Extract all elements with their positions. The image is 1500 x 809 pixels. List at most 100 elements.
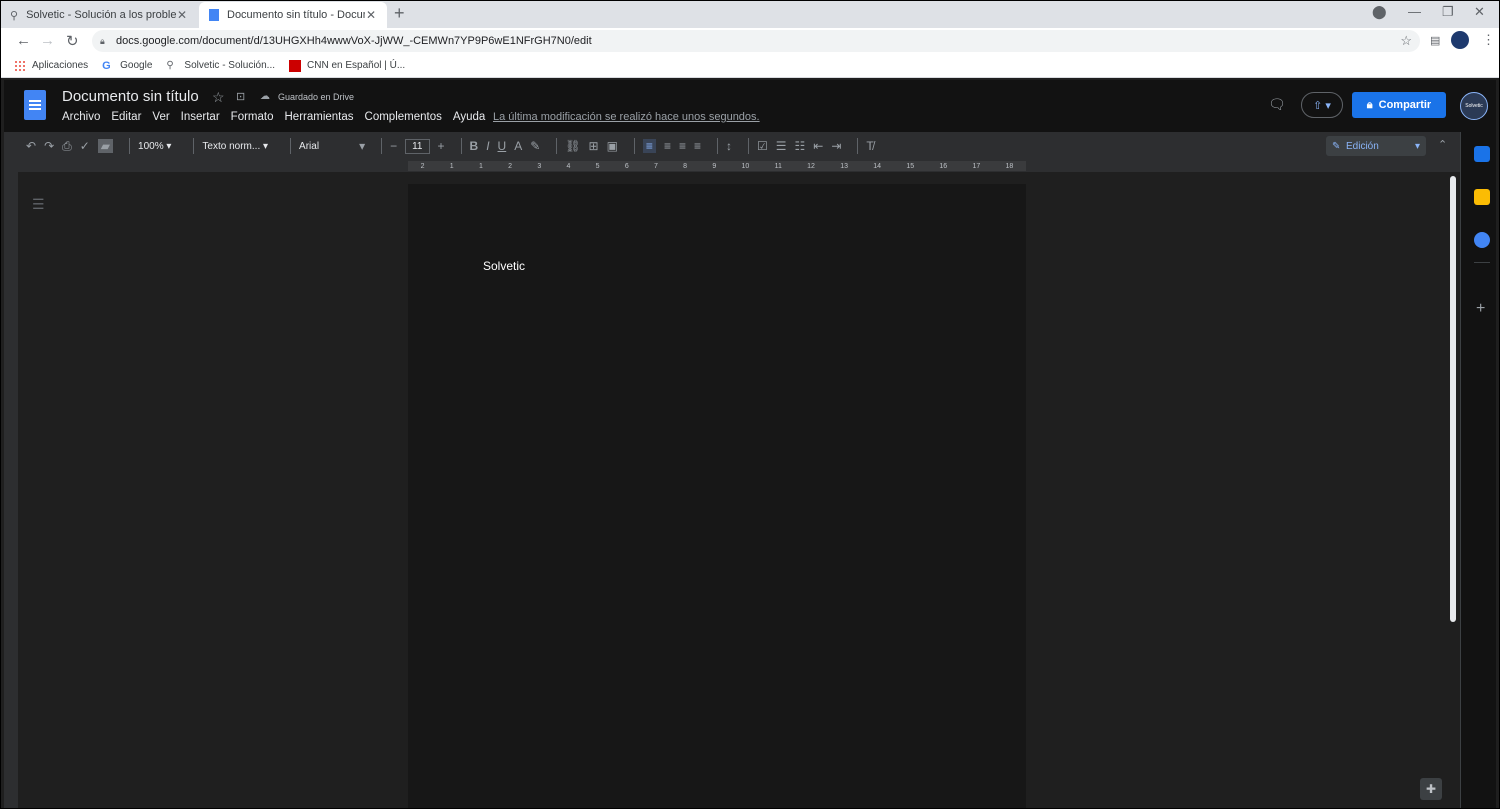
comments-icon[interactable]: 🗨︎ — [1268, 96, 1286, 113]
checklist-icon[interactable]: ☑ — [757, 139, 768, 153]
star-icon[interactable]: ☆ — [212, 89, 225, 106]
menu-editar[interactable]: Editar — [111, 111, 141, 123]
spellcheck-icon[interactable]: ✓ — [80, 139, 90, 153]
chevron-down-icon: ▾ — [1414, 140, 1420, 152]
menu-herramientas[interactable]: Herramientas — [285, 111, 354, 123]
bookmark-cnn[interactable]: CNN en Español | Ú... — [289, 59, 405, 72]
highlight-icon[interactable]: ✎ — [530, 139, 540, 153]
explore-icon[interactable]: ✚ — [1420, 778, 1442, 800]
tab-document[interactable]: Documento sin título - Documen ✕ — [199, 2, 387, 28]
document-title[interactable]: Documento sin título — [62, 88, 199, 105]
reading-list-icon[interactable]: ▤ — [1430, 34, 1440, 47]
bold-icon[interactable]: B — [470, 139, 479, 153]
ruler-mark: 14 — [873, 162, 882, 170]
star-icon[interactable]: ☆ — [1400, 33, 1412, 49]
paint-format-icon[interactable]: ▰ — [97, 139, 114, 153]
close-tab-icon[interactable]: ✕ — [176, 8, 188, 22]
text-color-icon[interactable]: A — [514, 139, 522, 153]
divider — [716, 138, 718, 154]
ruler-mark: 5 — [595, 162, 600, 170]
back-icon[interactable]: ← — [16, 32, 31, 49]
more-icon[interactable]: ⋮ — [1482, 32, 1495, 48]
calendar-icon[interactable] — [1474, 146, 1490, 162]
bookmark-google[interactable]: G Google — [102, 60, 152, 72]
lock-icon: 🔒︎ — [100, 35, 105, 46]
chevron-down-icon[interactable]: ▾ — [359, 139, 365, 153]
line-spacing-icon[interactable]: ↕ — [726, 139, 732, 153]
clear-formatting-icon[interactable]: T̸ — [866, 139, 873, 153]
menu-archivo[interactable]: Archivo — [62, 111, 100, 123]
reload-icon[interactable]: ↻ — [66, 32, 79, 50]
divider — [193, 138, 195, 154]
profile-avatar[interactable] — [1451, 31, 1469, 49]
increase-indent-icon[interactable]: ⇥ — [831, 139, 841, 153]
present-button[interactable]: ⇧ ▾ — [1301, 92, 1343, 118]
outline-icon[interactable]: ☰ — [32, 196, 46, 212]
url-input[interactable]: 🔒︎ docs.google.com/document/d/13UHGXHh4w… — [92, 30, 1420, 52]
menu-formato[interactable]: Formato — [231, 111, 274, 123]
bookmarks-bar: Aplicaciones G Google ⚲ Solvetic - Solució… — [0, 54, 1500, 78]
tab-title: Solvetic - Solución a los problem — [26, 9, 176, 21]
close-tab-icon[interactable]: ✕ — [365, 8, 377, 22]
minimize-icon[interactable]: — — [1408, 4, 1421, 19]
last-modified-link[interactable]: La última modificación se realizó hace u… — [493, 111, 760, 123]
tab-solvetic[interactable]: ⚲ Solvetic - Solución a los problem ✕ — [0, 2, 198, 28]
increase-font-size-icon[interactable]: + — [438, 139, 445, 153]
tab-title: Documento sin título - Documen — [227, 9, 365, 21]
share-button[interactable]: 🔒︎ Compartir — [1352, 92, 1446, 118]
avatar[interactable]: Solvetic — [1460, 92, 1488, 120]
ruler-mark: 4 — [566, 162, 571, 170]
ruler-mark: 8 — [683, 162, 688, 170]
image-icon[interactable]: ▣ — [607, 139, 618, 153]
profile-menu-icon[interactable]: ⬤ — [1372, 4, 1387, 20]
align-center-icon[interactable]: ≡ — [664, 139, 671, 153]
bulleted-list-icon[interactable]: ☰ — [776, 139, 787, 153]
zoom-select[interactable]: 100% ▾ — [138, 141, 171, 152]
font-select[interactable]: Arial — [299, 141, 319, 152]
decrease-font-size-icon[interactable]: − — [390, 139, 397, 153]
move-folder-icon[interactable]: ⊡ — [236, 90, 245, 103]
google-icon: G — [102, 59, 111, 72]
menu-ayuda[interactable]: Ayuda — [453, 111, 485, 123]
numbered-list-icon[interactable]: ☷ — [795, 139, 806, 153]
menu-complementos[interactable]: Complementos — [365, 111, 442, 123]
align-left-icon[interactable]: ≡ — [642, 139, 656, 153]
justify-icon[interactable]: ≡ — [694, 139, 701, 153]
print-icon[interactable]: ⎙ — [62, 139, 72, 154]
document-body-text[interactable]: Solvetic — [483, 259, 525, 273]
underline-icon[interactable]: U — [498, 139, 507, 153]
restore-icon[interactable]: ❐ — [1442, 4, 1454, 20]
close-window-icon[interactable]: ✕ — [1474, 4, 1485, 20]
collapse-toolbar-icon[interactable]: ⌃ — [1438, 138, 1447, 151]
cnn-icon — [289, 59, 302, 72]
decrease-indent-icon[interactable]: ⇤ — [813, 139, 823, 153]
bookmark-apps[interactable]: Aplicaciones — [14, 59, 88, 72]
new-tab-button[interactable]: + — [394, 3, 405, 24]
divider — [381, 138, 383, 154]
italic-icon[interactable]: I — [486, 139, 489, 153]
editing-mode-select[interactable]: ✎ Edición ▾ — [1326, 136, 1426, 156]
redo-icon[interactable]: ↷ — [44, 139, 54, 153]
menu-ver[interactable]: Ver — [152, 111, 169, 123]
docs-home-icon[interactable] — [24, 90, 46, 120]
scrollbar-thumb[interactable] — [1450, 176, 1456, 622]
comment-icon[interactable]: ⊞ — [589, 139, 599, 153]
font-size-input[interactable]: 11 — [405, 138, 430, 154]
forward-icon[interactable]: → — [40, 32, 55, 49]
keep-icon[interactable] — [1474, 189, 1490, 205]
cloud-saved-icon[interactable]: ☁ — [260, 91, 270, 102]
document-page[interactable] — [408, 184, 1026, 809]
ruler-mark: 1 — [478, 162, 483, 170]
bookmark-solvetic[interactable]: ⚲ Solvetic - Solución... — [166, 60, 275, 72]
undo-icon[interactable]: ↶ — [26, 139, 36, 153]
tasks-icon[interactable] — [1474, 232, 1490, 248]
add-addon-icon[interactable]: + — [1476, 300, 1485, 318]
style-select[interactable]: Texto norm... ▾ — [202, 141, 268, 152]
ruler-page-area[interactable]: 2 1 1 2 3 4 5 6 7 8 9 10 11 12 13 14 15 16 17 18 — [408, 161, 1026, 171]
url-text: docs.google.com/document/d/13UHGXHh4wwwV… — [116, 35, 592, 47]
link-icon[interactable]: ⛓ — [565, 139, 580, 153]
ruler-mark: 16 — [939, 162, 948, 170]
menu-insertar[interactable]: Insertar — [181, 111, 220, 123]
divider — [290, 138, 292, 154]
align-right-icon[interactable]: ≡ — [679, 139, 686, 153]
